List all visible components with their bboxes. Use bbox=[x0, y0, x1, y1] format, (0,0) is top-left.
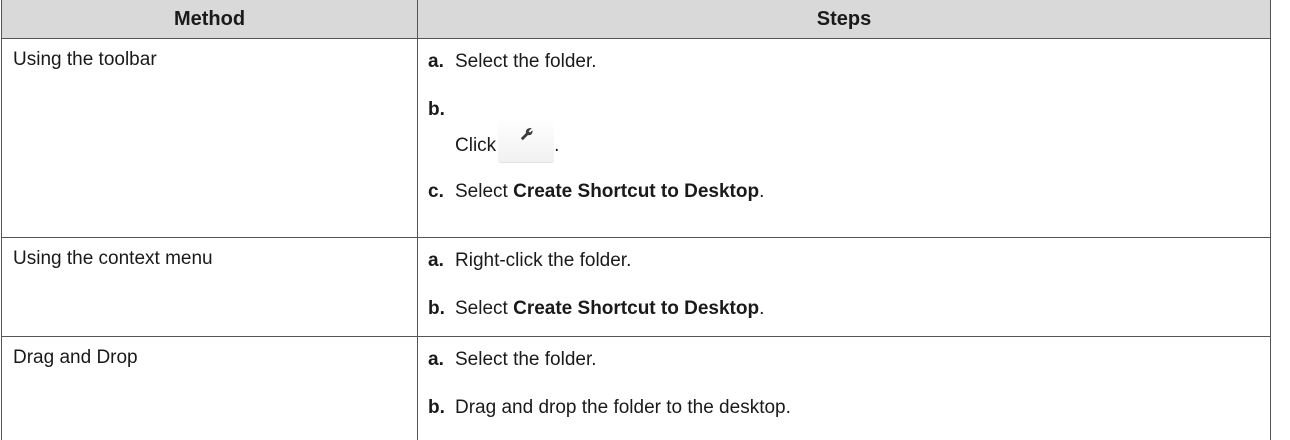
header-method: Method bbox=[2, 0, 418, 39]
step-text: Right-click the folder. bbox=[455, 248, 1270, 274]
step-item: b. Select Create Shortcut to Desktop. bbox=[428, 296, 1270, 322]
step-item: a. Select the folder. bbox=[428, 49, 1270, 75]
step-text: Drag and drop the folder to the desktop. bbox=[455, 395, 1270, 421]
header-row: Method Steps bbox=[2, 0, 1271, 39]
steps-cell: a. Select the folder. b. Drag and drop t… bbox=[418, 337, 1271, 440]
method-cell: Using the context menu bbox=[2, 238, 418, 337]
table-row: Using the toolbar a. Select the folder. … bbox=[2, 39, 1271, 238]
step-item: b. Click . bbox=[428, 97, 1270, 159]
step-bold-text: Create Shortcut to Desktop bbox=[513, 298, 759, 319]
step-letter: a. bbox=[428, 248, 455, 274]
table-row: Drag and Drop a. Select the folder. b. D… bbox=[2, 337, 1271, 440]
step-suffix: . bbox=[554, 133, 559, 159]
tool-button[interactable] bbox=[498, 118, 554, 163]
methods-table: Method Steps Using the toolbar a. Select… bbox=[1, 0, 1271, 440]
header-steps: Steps bbox=[418, 0, 1271, 39]
wrench-icon bbox=[518, 126, 534, 142]
steps-cell: a. Right-click the folder. b. Select Cre… bbox=[418, 238, 1271, 337]
step-item: b. Drag and drop the folder to the deskt… bbox=[428, 395, 1270, 421]
step-item: a. Right-click the folder. bbox=[428, 248, 1270, 274]
method-cell: Drag and Drop bbox=[2, 337, 418, 440]
step-letter: b. bbox=[428, 296, 455, 322]
step-text: Select the folder. bbox=[455, 347, 1270, 373]
steps-cell: a. Select the folder. b. Click . bbox=[418, 39, 1271, 238]
step-suffix: . bbox=[759, 298, 764, 319]
step-text: Select bbox=[455, 181, 513, 202]
method-cell: Using the toolbar bbox=[2, 39, 418, 238]
step-letter: b. bbox=[428, 395, 455, 421]
step-text: Select bbox=[455, 298, 513, 319]
step-text: Select the folder. bbox=[455, 49, 1270, 75]
step-item: a. Select the folder. bbox=[428, 347, 1270, 373]
table-row: Using the context menu a. Right-click th… bbox=[2, 238, 1271, 337]
step-text: Click bbox=[455, 133, 496, 159]
step-letter: a. bbox=[428, 347, 455, 373]
step-suffix: . bbox=[759, 181, 764, 202]
step-letter: a. bbox=[428, 49, 455, 75]
step-bold-text: Create Shortcut to Desktop bbox=[513, 181, 759, 202]
step-letter: c. bbox=[428, 179, 455, 205]
step-letter: b. bbox=[428, 97, 455, 123]
step-item: c. Select Create Shortcut to Desktop. bbox=[428, 179, 1270, 205]
